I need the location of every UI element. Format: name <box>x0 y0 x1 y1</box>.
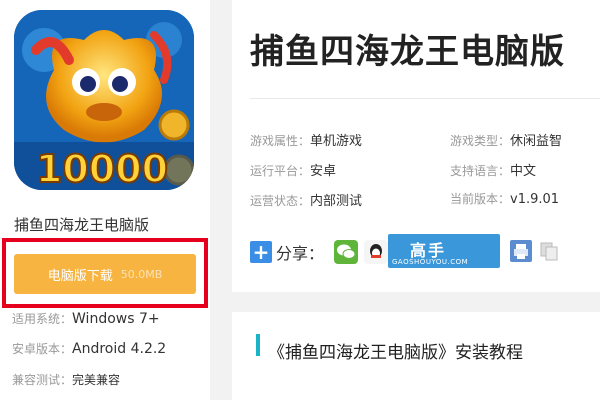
qq-icon[interactable] <box>364 240 389 264</box>
attr-game-property: 游戏属性：单机游戏 <box>250 130 362 149</box>
game-detail-card: 捕鱼四海龙王电脑版 游戏属性：单机游戏 游戏类型：休闲益智 运行平台：安卓 支持… <box>232 0 600 292</box>
attr-key: 当前版本： <box>450 192 511 206</box>
meta-os-value: Windows 7+ <box>72 311 160 327</box>
meta-os-key: 适用系统： <box>12 312 73 326</box>
share-plus-icon[interactable]: + <box>250 241 272 263</box>
attr-value: 内部测试 <box>310 194 363 209</box>
svg-text:10000: 10000 <box>36 147 168 190</box>
attr-value: v1.9.01 <box>510 192 560 207</box>
attr-key: 运行平台： <box>250 164 311 178</box>
meta-compat-key: 兼容测试： <box>12 373 73 387</box>
attr-key: 游戏类型： <box>450 134 511 148</box>
meta-compat-value: 完美兼容 <box>72 373 121 387</box>
section-accent-bar <box>256 334 260 356</box>
watermark-logo: 高手 GAOSHOUYOU.COM <box>388 234 500 268</box>
tutorial-section: 《捕鱼四海龙王电脑版》安装教程 <box>232 312 600 400</box>
meta-android: 安卓版本：Android 4.2.2 <box>12 340 166 357</box>
attr-value: 休闲益智 <box>510 134 563 149</box>
meta-android-key: 安卓版本： <box>12 342 73 356</box>
section-title[interactable]: 《捕鱼四海龙王电脑版》安装教程 <box>268 338 523 363</box>
attr-language: 支持语言：中文 <box>450 160 536 179</box>
attr-platform: 运行平台：安卓 <box>250 160 336 179</box>
dragon-icon: 10000 <box>14 10 194 190</box>
meta-android-value: Android 4.2.2 <box>72 341 167 357</box>
attr-game-type: 游戏类型：休闲益智 <box>450 130 562 149</box>
pc-download-button[interactable]: 电脑版下载 50.0MB <box>14 254 196 294</box>
download-highlight-box: 电脑版下载 50.0MB <box>2 238 208 308</box>
app-title: 捕鱼四海龙王电脑版 <box>14 216 150 234</box>
attr-key: 运营状态： <box>250 194 311 208</box>
download-button-label: 电脑版下载 <box>47 268 113 284</box>
share-label: 分享： <box>276 244 325 263</box>
attr-value: 单机游戏 <box>310 134 363 149</box>
attr-value: 中文 <box>510 164 537 179</box>
attr-version: 当前版本：v1.9.01 <box>450 190 559 207</box>
meta-os: 适用系统：Windows 7+ <box>12 310 160 327</box>
attr-value: 安卓 <box>310 164 337 179</box>
page-title: 捕鱼四海龙王电脑版 <box>250 32 565 72</box>
print-icon[interactable] <box>510 240 532 262</box>
attr-key: 支持语言： <box>450 164 511 178</box>
download-size: 50.0MB <box>120 267 163 281</box>
app-icon[interactable]: 10000 <box>14 10 194 190</box>
attr-key: 游戏属性： <box>250 134 311 148</box>
copy-icon[interactable] <box>538 240 560 262</box>
attr-status: 运营状态：内部测试 <box>250 190 362 209</box>
share-bar: + 分享： 高手 GAOSHOUYOU.COM <box>250 234 558 268</box>
app-info-card: 10000 捕鱼四海龙王电脑版 电脑版下载 50.0MB 适用系统：Window… <box>0 0 210 400</box>
wechat-icon[interactable] <box>334 240 359 264</box>
meta-compat: 兼容测试：完美兼容 <box>12 371 120 388</box>
divider <box>250 98 600 99</box>
watermark-site: GAOSHOUYOU.COM <box>392 258 469 266</box>
